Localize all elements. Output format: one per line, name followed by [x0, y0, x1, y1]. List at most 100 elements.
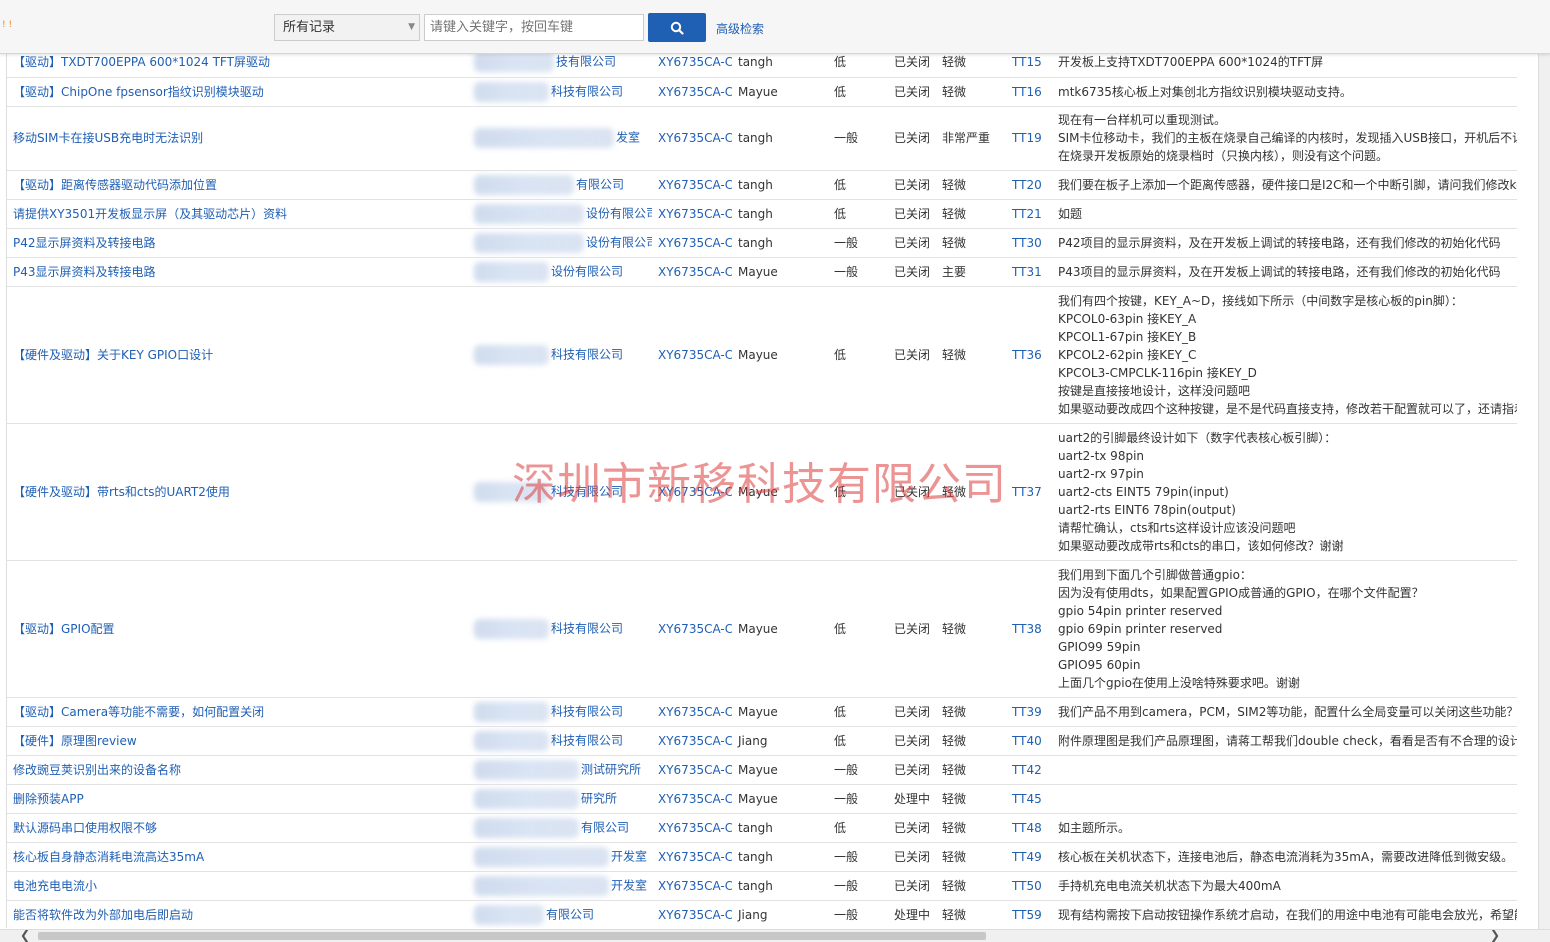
- product-model-link[interactable]: XY6735CA-C: [652, 257, 732, 287]
- status-value: 已关闭: [888, 560, 936, 698]
- table-row[interactable]: P43显示屏资料及转接电路 设份有限公司 XY6735CA-C Mayue 一般 已关闭主…: [7, 257, 1517, 287]
- table-row[interactable]: 【硬件】原理图review 科技有限公司 XY6735CA-C Jiang 低 已关闭 轻微…: [7, 726, 1517, 756]
- issue-title-link-text: 【硬件】原理图review: [13, 733, 137, 748]
- status-value-text: 已关闭: [894, 264, 931, 279]
- table-row[interactable]: 【驱动】距离传感器驱动代码添加位置 有限公司 XY6735CA-C tangh 低 已关闭…: [7, 170, 1517, 200]
- issue-title-link[interactable]: 核心板自身静态消耗电流高达35mA: [7, 842, 462, 872]
- product-model-link[interactable]: XY6735CA-C: [652, 842, 732, 872]
- status-value: 已关闭: [888, 170, 936, 200]
- product-model-link[interactable]: XY6735CA-C: [652, 423, 732, 561]
- vertical-scrollbar[interactable]: [1538, 53, 1550, 941]
- table-row[interactable]: 能否将软件改为外部加电后即启动 有限公司 XY6735CA-C Jiang 一般 处理中轻…: [7, 900, 1517, 928]
- issue-title-link[interactable]: 【驱动】ChipOne fpsensor指纹识别模块驱动: [7, 77, 462, 107]
- issue-title-link[interactable]: 【硬件及驱动】关于KEY GPIO口设计: [7, 286, 462, 424]
- severity-value-text: 轻微: [942, 791, 967, 806]
- redacted-blur: [474, 817, 579, 838]
- ticket-id-link[interactable]: TT36: [1006, 286, 1052, 424]
- product-model-link[interactable]: XY6735CA-C: [652, 813, 732, 843]
- product-model-link[interactable]: XY6735CA-C: [652, 697, 732, 727]
- severity-value-text: 轻微: [942, 206, 967, 221]
- product-model-link[interactable]: XY6735CA-C: [652, 228, 732, 258]
- product-model-link[interactable]: XY6735CA-C: [652, 106, 732, 171]
- table-row[interactable]: 【硬件及驱动】带rts和cts的UART2使用 科技有限公司 XY6735CA-C M…: [7, 423, 1517, 561]
- company-name: 科技有限公司: [462, 697, 652, 727]
- product-model-link[interactable]: XY6735CA-C: [652, 170, 732, 200]
- table-row[interactable]: 【驱动】GPIO配置 科技有限公司 XY6735CA-C Mayue 低 已关闭 轻微 TT3…: [7, 560, 1517, 698]
- ticket-id-link[interactable]: TT30: [1006, 228, 1052, 258]
- table-row[interactable]: 默认源码串口使用权限不够 有限公司 XY6735CA-C tangh 低 已关闭 轻微 TT4…: [7, 813, 1517, 843]
- ticket-id-link[interactable]: TT21: [1006, 199, 1052, 229]
- ticket-id-link[interactable]: TT39: [1006, 697, 1052, 727]
- issue-title-link[interactable]: 默认源码串口使用权限不够: [7, 813, 462, 843]
- issue-title-link[interactable]: P43显示屏资料及转接电路: [7, 257, 462, 287]
- product-model-link[interactable]: XY6735CA-C: [652, 199, 732, 229]
- ticket-id-link[interactable]: TT38: [1006, 560, 1052, 698]
- issue-title-link[interactable]: 【驱动】Camera等功能不需要，如何配置关闭: [7, 697, 462, 727]
- advanced-search-link[interactable]: 高级检索: [716, 20, 764, 37]
- product-model-link[interactable]: XY6735CA-C: [652, 784, 732, 814]
- description-line: uart2-cts EINT5 79pin(input): [1058, 484, 1229, 499]
- table-row[interactable]: 删除预装APP 研究所 XY6735CA-C Mayue 一般 处理中 轻微 TT45: [7, 784, 1517, 814]
- product-model-link[interactable]: XY6735CA-C: [652, 286, 732, 424]
- table-row[interactable]: 【硬件及驱动】关于KEY GPIO口设计 科技有限公司 XY6735CA-C Mayu…: [7, 286, 1517, 424]
- ticket-id-link[interactable]: TT59: [1006, 900, 1052, 928]
- scroll-left-icon[interactable]: ❮: [20, 928, 30, 942]
- issue-title-link[interactable]: 【硬件及驱动】带rts和cts的UART2使用: [7, 423, 462, 561]
- table-row[interactable]: 【驱动】Camera等功能不需要，如何配置关闭 科技有限公司 XY6735CA-C M…: [7, 697, 1517, 727]
- ticket-id-link[interactable]: TT48: [1006, 813, 1052, 843]
- issue-title-link[interactable]: 【驱动】GPIO配置: [7, 560, 462, 698]
- product-model-link[interactable]: XY6735CA-C: [652, 755, 732, 785]
- table-row[interactable]: 移动SIM卡在接USB充电时无法识别 发室 XY6735CA-C tangh 一般 已关闭…: [7, 106, 1517, 171]
- issue-title-link[interactable]: 移动SIM卡在接USB充电时无法识别: [7, 106, 462, 171]
- priority-value-text: 一般: [834, 762, 859, 777]
- redacted-blur: [474, 846, 609, 867]
- table-row[interactable]: 电池充电电流小 开发室 XY6735CA-C tangh 一般 已关闭 轻微 TT50 手持机充…: [7, 871, 1517, 901]
- search-input[interactable]: [424, 14, 644, 41]
- table-row[interactable]: 修改豌豆荚识别出来的设备名称 测试研究所 XY6735CA-C Mayue 一般 已关闭轻…: [7, 755, 1517, 785]
- ticket-id-link[interactable]: TT31: [1006, 257, 1052, 287]
- ticket-id-link[interactable]: TT16: [1006, 77, 1052, 107]
- issue-title-link[interactable]: 删除预装APP: [7, 784, 462, 814]
- product-model-link[interactable]: XY6735CA-C: [652, 871, 732, 901]
- ticket-id-link-text: TT45: [1012, 791, 1042, 806]
- issue-title-link[interactable]: 【驱动】距离传感器驱动代码添加位置: [7, 170, 462, 200]
- status-value-text: 处理中: [894, 907, 931, 922]
- issue-title-link[interactable]: 电池充电电流小: [7, 871, 462, 901]
- priority-value: 一般: [828, 755, 888, 785]
- ticket-id-link[interactable]: TT40: [1006, 726, 1052, 756]
- ticket-id-link[interactable]: TT20: [1006, 170, 1052, 200]
- ticket-id-link[interactable]: TT50: [1006, 871, 1052, 901]
- ticket-id-link[interactable]: TT42: [1006, 755, 1052, 785]
- issue-title-link[interactable]: 请提供XY3501开发板显示屏（及其驱动芯片）资料: [7, 199, 462, 229]
- severity-value: 轻微: [936, 170, 1006, 200]
- product-model-link[interactable]: XY6735CA-C: [652, 900, 732, 928]
- issue-description: 附件原理图是我们产品原理图，请蒋工帮我们double check，看看是否有不合…: [1052, 726, 1517, 756]
- product-model-link[interactable]: XY6735CA-C: [652, 726, 732, 756]
- product-model-link[interactable]: XY6735CA-C: [652, 560, 732, 698]
- table-row[interactable]: P42显示屏资料及转接电路 设份有限公司 XY6735CA-C tangh 一般 已关闭轻…: [7, 228, 1517, 258]
- ticket-id-link[interactable]: TT19: [1006, 106, 1052, 171]
- ticket-id-link[interactable]: TT45: [1006, 784, 1052, 814]
- horizontal-scroll-thumb[interactable]: [38, 932, 986, 940]
- issue-title-link[interactable]: 能否将软件改为外部加电后即启动: [7, 900, 462, 928]
- ticket-id-link[interactable]: TT37: [1006, 423, 1052, 561]
- ticket-id-link[interactable]: TT49: [1006, 842, 1052, 872]
- issue-title-link-text: 移动SIM卡在接USB充电时无法识别: [13, 131, 204, 145]
- ticket-id-link-text: TT21: [1012, 206, 1042, 221]
- search-button[interactable]: [648, 13, 706, 42]
- owner-name-text: tangh: [738, 878, 773, 893]
- scroll-right-icon[interactable]: ❯: [1490, 928, 1500, 942]
- table-row[interactable]: 请提供XY3501开发板显示屏（及其驱动芯片）资料 设份有限公司 XY6735CA-…: [7, 199, 1517, 229]
- redacted-blur: [474, 788, 579, 809]
- record-scope-select[interactable]: 所有记录 ▼: [274, 14, 420, 41]
- table-row[interactable]: 核心板自身静态消耗电流高达35mA 开发室 XY6735CA-C tangh 一般 已关闭…: [7, 842, 1517, 872]
- table-row[interactable]: 【驱动】ChipOne fpsensor指纹识别模块驱动 科技有限公司 XY6735…: [7, 77, 1517, 107]
- product-model-link[interactable]: XY6735CA-C: [652, 77, 732, 107]
- issue-title-link[interactable]: 修改豌豆荚识别出来的设备名称: [7, 755, 462, 785]
- issue-title-link[interactable]: P42显示屏资料及转接电路: [7, 228, 462, 258]
- issue-title-link[interactable]: 【硬件】原理图review: [7, 726, 462, 756]
- horizontal-scrollbar[interactable]: ❮ ❯: [0, 928, 1550, 942]
- owner-name-text: Mayue: [738, 621, 778, 636]
- redacted-blur: [474, 52, 554, 73]
- severity-value-text: 轻微: [942, 55, 967, 70]
